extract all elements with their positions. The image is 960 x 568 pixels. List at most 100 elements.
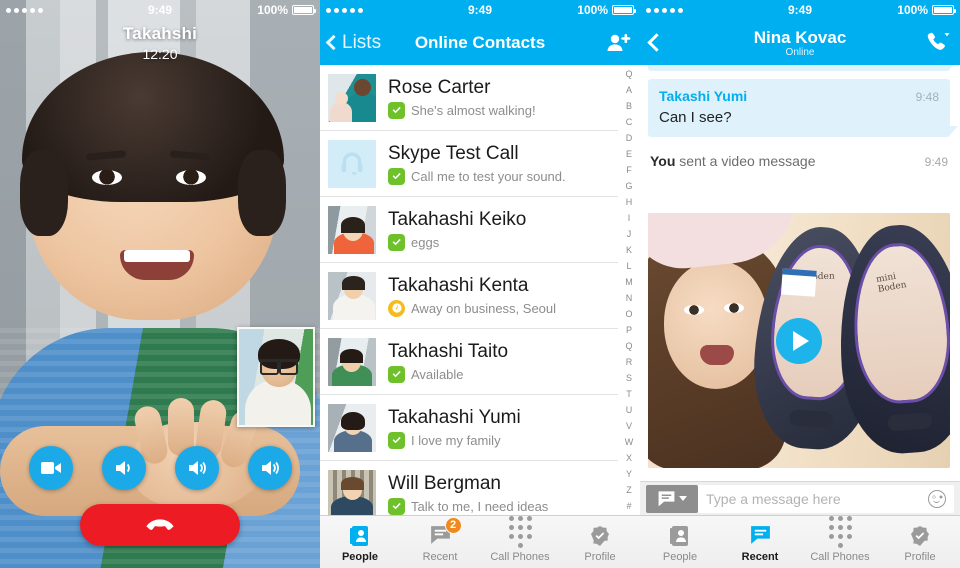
- call-with-options-icon: [927, 32, 950, 50]
- speaker-medium-icon-button[interactable]: [174, 446, 219, 490]
- tab-recent[interactable]: Recent: [720, 516, 800, 568]
- list-item[interactable]: Takahashi Kenta Away on business, Seoul: [320, 263, 640, 329]
- contact-name: Will Bergman: [388, 472, 501, 494]
- message-type-selector[interactable]: [646, 484, 698, 513]
- battery-percent: 100%: [897, 3, 928, 17]
- contact-name: Takhashi Taito: [388, 340, 509, 362]
- index-letter[interactable]: S: [626, 374, 632, 383]
- tab-label: Profile: [904, 550, 936, 563]
- list-item[interactable]: Takahashi Yumi I love my family: [320, 395, 640, 461]
- tab-people[interactable]: People: [320, 516, 400, 568]
- index-letter[interactable]: U: [626, 406, 633, 415]
- index-letter[interactable]: H: [626, 198, 633, 207]
- contact-book-icon: [668, 522, 692, 548]
- index-letter[interactable]: F: [626, 166, 632, 175]
- contacts-navbar: Lists Online Contacts: [320, 20, 640, 65]
- message-type-icon: [658, 491, 675, 507]
- tab-profile[interactable]: Profile: [880, 516, 960, 568]
- back-to-lists-button[interactable]: Lists: [325, 32, 381, 54]
- chevron-down-icon: [679, 496, 687, 501]
- video-camera-icon-button[interactable]: [28, 446, 73, 490]
- list-item[interactable]: Skype Test Call Call me to test your sou…: [320, 131, 640, 197]
- index-letter[interactable]: I: [628, 214, 631, 223]
- index-letter[interactable]: B: [626, 102, 632, 111]
- index-letter[interactable]: N: [626, 294, 633, 303]
- alphabet-index[interactable]: Q A B C D E F G H I J K L M N O P Q R S T U V W X Y Z #: [618, 66, 640, 515]
- smiley-icon[interactable]: [928, 489, 946, 508]
- index-letter[interactable]: A: [626, 86, 632, 95]
- index-letter[interactable]: C: [626, 118, 633, 127]
- presence-away-icon: [388, 299, 405, 317]
- list-item[interactable]: Will Bergman Talk to me, I need ideas: [320, 461, 640, 515]
- message-composer: Type a message here: [640, 481, 960, 515]
- presence-online-icon: [388, 497, 405, 515]
- tab-call-phones[interactable]: Call Phones: [480, 515, 560, 568]
- chat-navbar: Nina Kovac Online: [640, 20, 960, 65]
- tab-call-phones[interactable]: Call Phones: [800, 515, 880, 568]
- contact-book-icon: [348, 522, 372, 548]
- status-bar-chat: 9:49 100%: [640, 0, 960, 20]
- index-letter[interactable]: K: [626, 246, 632, 255]
- play-icon[interactable]: [776, 317, 822, 364]
- index-letter[interactable]: O: [625, 310, 632, 319]
- tab-profile[interactable]: Profile: [560, 516, 640, 568]
- speaker-low-icon-button[interactable]: [101, 446, 146, 490]
- presence-online-icon: [388, 167, 405, 185]
- message-input[interactable]: Type a message here: [698, 484, 954, 513]
- avatar: [328, 205, 376, 254]
- contact-status: Available: [411, 366, 464, 382]
- video-message-thumbnail[interactable]: Boden mini Boden: [648, 213, 950, 468]
- message-text: Can I see?: [659, 109, 732, 126]
- chevron-left-icon: [647, 33, 666, 52]
- index-letter[interactable]: V: [626, 422, 632, 431]
- check-badge-icon: [588, 522, 612, 548]
- index-letter[interactable]: R: [626, 358, 633, 367]
- battery-percent: 100%: [577, 3, 608, 17]
- presence-online-icon: [388, 101, 405, 119]
- list-item[interactable]: Takhashi Taito Available: [320, 329, 640, 395]
- call-button[interactable]: [924, 30, 950, 56]
- index-letter[interactable]: P: [626, 326, 632, 335]
- index-letter[interactable]: E: [626, 150, 632, 159]
- avatar: [328, 337, 376, 386]
- contact-status: I love my family: [411, 432, 501, 448]
- tab-people[interactable]: People: [640, 516, 720, 568]
- chat-bubble-icon: 2: [428, 516, 462, 548]
- message-bubble[interactable]: Takashi Yumi 9:48 Can I see?: [648, 79, 958, 137]
- index-letter[interactable]: #: [626, 502, 631, 511]
- check-badge-icon: [908, 522, 932, 548]
- call-controls: [0, 446, 320, 490]
- add-contact-button[interactable]: [606, 32, 632, 54]
- index-letter[interactable]: M: [625, 278, 633, 287]
- end-call-button[interactable]: [80, 504, 240, 546]
- index-letter[interactable]: Z: [626, 486, 632, 495]
- notification-badge: 2: [444, 516, 462, 534]
- tab-bar-contacts: People 2 Recent Call Phones Profile: [320, 515, 640, 568]
- list-item[interactable]: Takahashi Keiko eggs: [320, 197, 640, 263]
- index-letter[interactable]: L: [626, 262, 631, 271]
- back-button[interactable]: [647, 33, 666, 52]
- self-view-pip[interactable]: [237, 327, 315, 427]
- index-letter[interactable]: Y: [626, 470, 632, 479]
- system-time: 9:49: [924, 155, 948, 169]
- tab-recent[interactable]: 2 Recent: [400, 516, 480, 568]
- contact-status: Call me to test your sound.: [411, 168, 566, 184]
- list-item[interactable]: Rose Carter She's almost walking!: [320, 65, 640, 131]
- index-letter[interactable]: T: [626, 390, 632, 399]
- index-search-icon[interactable]: Q: [625, 70, 632, 79]
- avatar: [328, 73, 376, 122]
- message-thread[interactable]: Takashi Yumi 9:48 Can I see? You sent a …: [640, 65, 960, 515]
- contact-status: She's almost walking!: [411, 102, 536, 118]
- index-letter[interactable]: W: [625, 438, 634, 447]
- index-letter[interactable]: J: [627, 230, 632, 239]
- speaker-high-icon-button[interactable]: [247, 446, 292, 490]
- chat-contact-name: Nina Kovac: [753, 27, 847, 47]
- contacts-list[interactable]: Rose Carter She's almost walking! Skype …: [320, 65, 640, 515]
- index-letter[interactable]: D: [626, 134, 633, 143]
- contact-name: Skype Test Call: [388, 142, 519, 164]
- hangup-phone-icon: [146, 519, 174, 530]
- index-letter[interactable]: G: [625, 182, 632, 191]
- contacts-screen: 9:49 100% Lists Online Contacts Rose Car…: [320, 0, 640, 568]
- index-letter[interactable]: Q: [625, 342, 632, 351]
- index-letter[interactable]: X: [626, 454, 632, 463]
